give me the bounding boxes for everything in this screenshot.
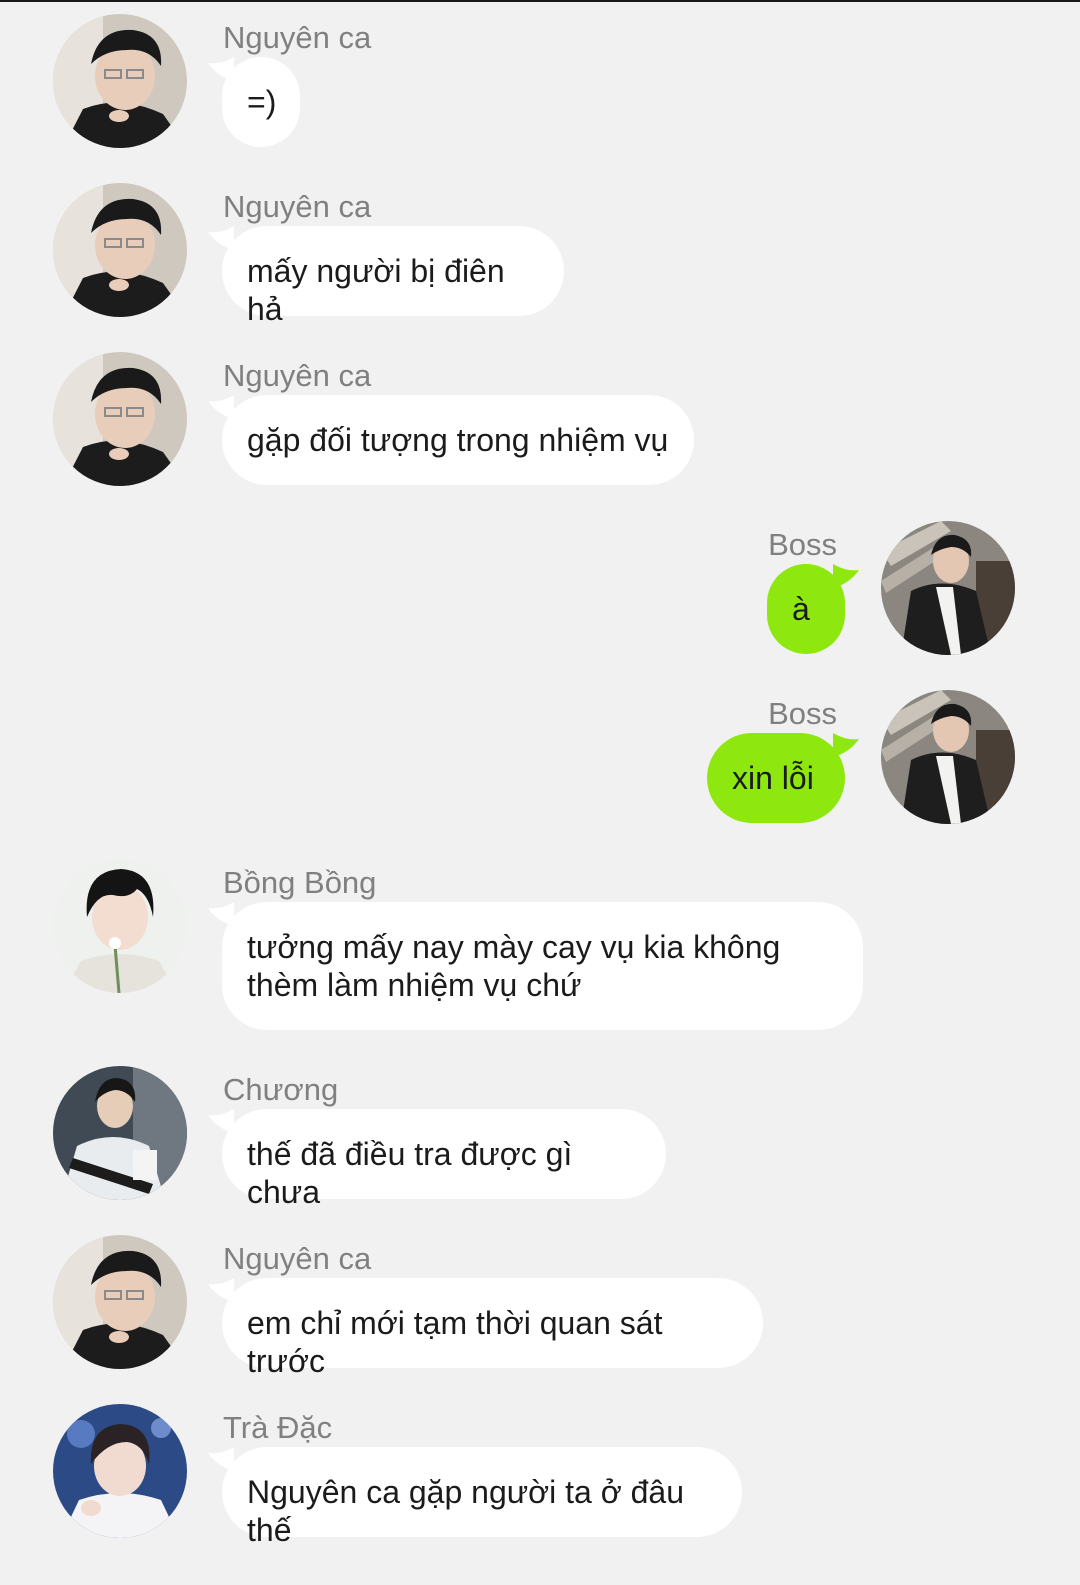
- sender-name: Boss: [768, 527, 837, 562]
- bubble-tail: [208, 226, 234, 250]
- nguyen-ca-avatar[interactable]: [53, 352, 187, 486]
- message-text: =): [247, 84, 277, 120]
- bubble-tail: [833, 564, 859, 588]
- top-divider: [0, 0, 1080, 2]
- message-bubble[interactable]: Nguyên ca gặp người ta ở đâu thế: [208, 1447, 742, 1548]
- nguyen-ca-avatar[interactable]: [53, 183, 187, 317]
- message-bubble[interactable]: xin lỗi: [707, 733, 859, 823]
- message-bubble[interactable]: thế đã điều tra được gì chưa: [208, 1109, 666, 1210]
- nguyen-ca-avatar[interactable]: [53, 1235, 187, 1369]
- sender-name: Nguyên ca: [223, 358, 372, 393]
- nguyen-ca-avatar[interactable]: [53, 14, 187, 148]
- message-bubble[interactable]: em chỉ mới tạm thời quan sát trước: [208, 1278, 763, 1379]
- bong-bong-avatar[interactable]: [53, 859, 187, 993]
- message-text: mấy người bị điên hả: [247, 253, 505, 327]
- message-text: thế đã điều tra được gì chưa: [247, 1136, 573, 1210]
- message-bubble[interactable]: tưởng mấy nay mày cay vụ kia không thèm …: [208, 902, 863, 1030]
- sender-name: Boss: [768, 696, 837, 731]
- bubble-tail: [208, 395, 234, 419]
- tra-dac-avatar[interactable]: [53, 1404, 187, 1538]
- sender-name: Nguyên ca: [223, 1241, 372, 1276]
- message-text: tưởng mấy nay mày cay vụ kia không thèm …: [247, 929, 781, 1003]
- boss-avatar[interactable]: [881, 521, 1015, 655]
- message-text: à: [792, 591, 810, 627]
- chuong-avatar[interactable]: [53, 1066, 187, 1200]
- bubble-tail: [833, 733, 859, 757]
- bubble-tail: [208, 57, 234, 81]
- bubble-tail: [208, 1278, 234, 1302]
- message-bubble[interactable]: gặp đối tượng trong nhiệm vụ: [208, 395, 694, 485]
- sender-name: Nguyên ca: [223, 20, 372, 55]
- message-text: Nguyên ca gặp người ta ở đâu thế: [247, 1474, 684, 1548]
- sender-name: Trà Đặc: [223, 1410, 333, 1445]
- bubble-tail: [208, 1447, 234, 1471]
- bubble-tail: [208, 902, 234, 926]
- message-bubble[interactable]: =): [208, 57, 300, 147]
- sender-name: Bồng Bồng: [223, 865, 377, 900]
- sender-name: Chương: [223, 1072, 339, 1107]
- message-text: xin lỗi: [732, 760, 814, 796]
- sender-name: Nguyên ca: [223, 189, 372, 224]
- message-text: gặp đối tượng trong nhiệm vụ: [247, 422, 669, 458]
- boss-avatar[interactable]: [881, 690, 1015, 824]
- bubble-tail: [208, 1109, 234, 1133]
- message-bubble[interactable]: mấy người bị điên hả: [208, 226, 564, 327]
- message-bubble[interactable]: à: [767, 564, 859, 654]
- message-text: em chỉ mới tạm thời quan sát trước: [247, 1305, 663, 1379]
